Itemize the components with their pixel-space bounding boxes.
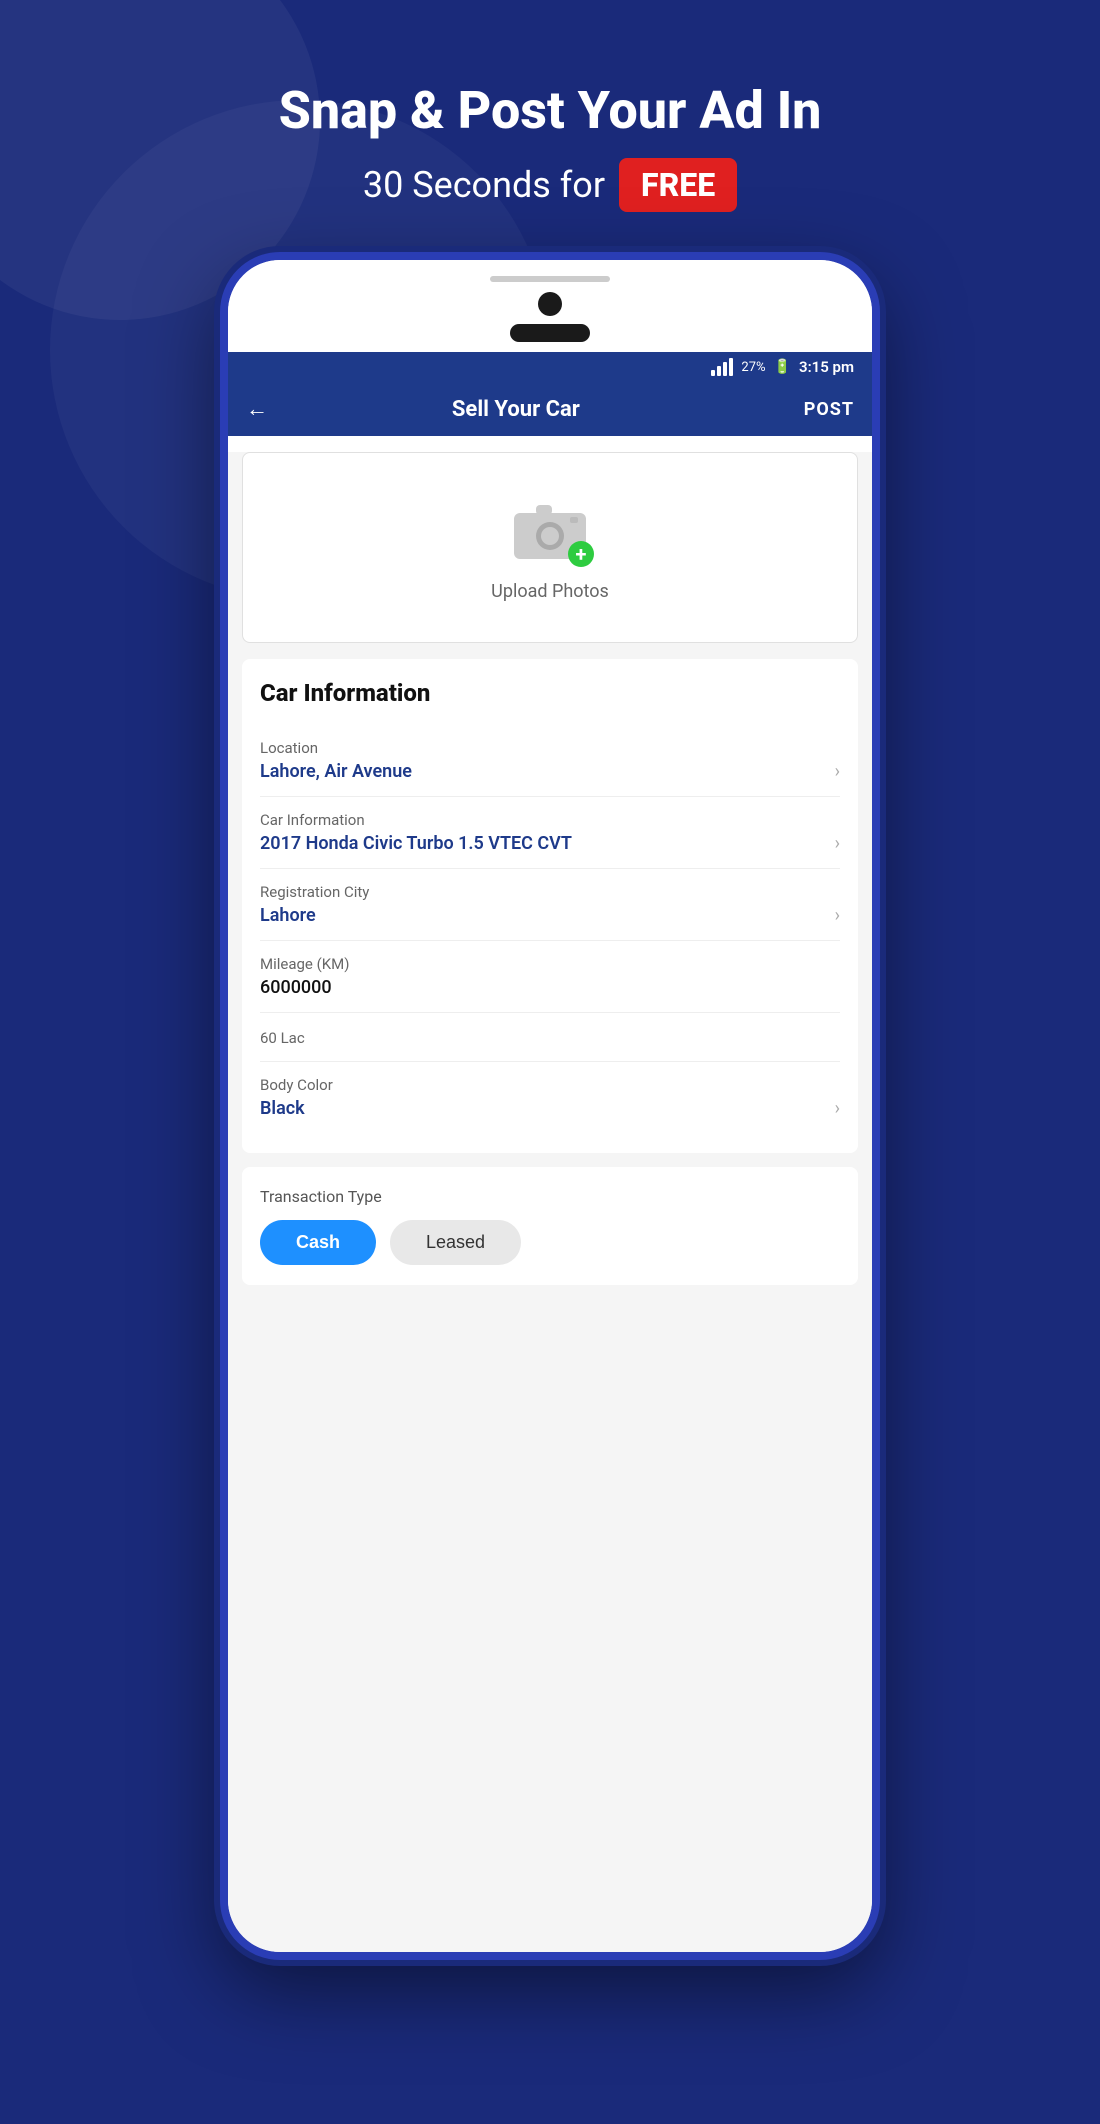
phone-content: + Upload Photos Car Information Location… <box>228 452 872 1952</box>
reg-city-chevron-icon: › <box>835 905 840 926</box>
free-badge: FREE <box>619 158 737 212</box>
reg-city-row[interactable]: Registration City Lahore › <box>260 869 840 941</box>
upload-section[interactable]: + Upload Photos <box>242 452 858 643</box>
camera-icon-wrapper: + <box>510 493 590 565</box>
location-chevron-icon: › <box>835 761 840 782</box>
car-model-chevron-icon: › <box>835 833 840 854</box>
hero-subtitle: 30 Seconds for <box>363 164 605 206</box>
status-time: 3:15 pm <box>799 358 854 376</box>
reg-city-value: Lahore <box>260 905 316 926</box>
price-hint: 60 Lac <box>260 1029 840 1047</box>
back-button[interactable]: ← <box>246 396 268 422</box>
battery-percentage: 27% <box>741 360 765 375</box>
transaction-buttons: Cash Leased <box>260 1220 840 1265</box>
mileage-label: Mileage (KM) <box>260 955 840 973</box>
phone-vol-down-button <box>220 560 222 620</box>
phone-speaker <box>490 276 610 282</box>
phone-power-button <box>878 520 880 600</box>
body-color-row[interactable]: Body Color Black › <box>260 1062 840 1133</box>
status-bar: 27% 🔋 3:15 pm <box>228 352 872 382</box>
transaction-section: Transaction Type Cash Leased <box>242 1167 858 1285</box>
cash-button[interactable]: Cash <box>260 1220 376 1265</box>
price-row: 60 Lac <box>260 1013 840 1062</box>
body-color-label: Body Color <box>260 1076 840 1094</box>
location-label: Location <box>260 739 840 757</box>
phone-wrapper: 27% 🔋 3:15 pm ← Sell Your Car POST <box>0 252 1100 1960</box>
phone-device: 27% 🔋 3:15 pm ← Sell Your Car POST <box>220 252 880 1960</box>
transaction-type-label: Transaction Type <box>260 1187 840 1206</box>
battery-icon: 🔋 <box>774 359 791 375</box>
body-color-value: Black <box>260 1098 305 1119</box>
location-value: Lahore, Air Avenue <box>260 761 412 782</box>
post-button[interactable]: POST <box>804 399 854 420</box>
mileage-row: Mileage (KM) 6000000 <box>260 941 840 1013</box>
phone-home-indicator <box>510 324 590 342</box>
signal-icon <box>711 358 733 376</box>
add-photo-icon: + <box>568 541 594 567</box>
car-info-section: Car Information Location Lahore, Air Ave… <box>242 659 858 1153</box>
car-info-heading: Car Information <box>260 679 840 707</box>
upload-label: Upload Photos <box>491 581 609 602</box>
car-model-value: 2017 Honda Civic Turbo 1.5 VTEC CVT <box>260 833 572 854</box>
leased-button[interactable]: Leased <box>390 1220 521 1265</box>
app-bar-title: Sell Your Car <box>280 397 752 422</box>
phone-top <box>228 260 872 352</box>
car-model-row[interactable]: Car Information 2017 Honda Civic Turbo 1… <box>260 797 840 869</box>
body-color-chevron-icon: › <box>835 1098 840 1119</box>
phone-vol-up-button <box>220 480 222 540</box>
phone-camera <box>538 292 562 316</box>
mileage-value: 6000000 <box>260 977 332 998</box>
app-bar: ← Sell Your Car POST <box>228 382 872 436</box>
hero-title: Snap & Post Your Ad In <box>0 80 1100 142</box>
location-row[interactable]: Location Lahore, Air Avenue › <box>260 725 840 797</box>
reg-city-label: Registration City <box>260 883 840 901</box>
hero-section: Snap & Post Your Ad In 30 Seconds for FR… <box>0 0 1100 252</box>
car-model-label: Car Information <box>260 811 840 829</box>
